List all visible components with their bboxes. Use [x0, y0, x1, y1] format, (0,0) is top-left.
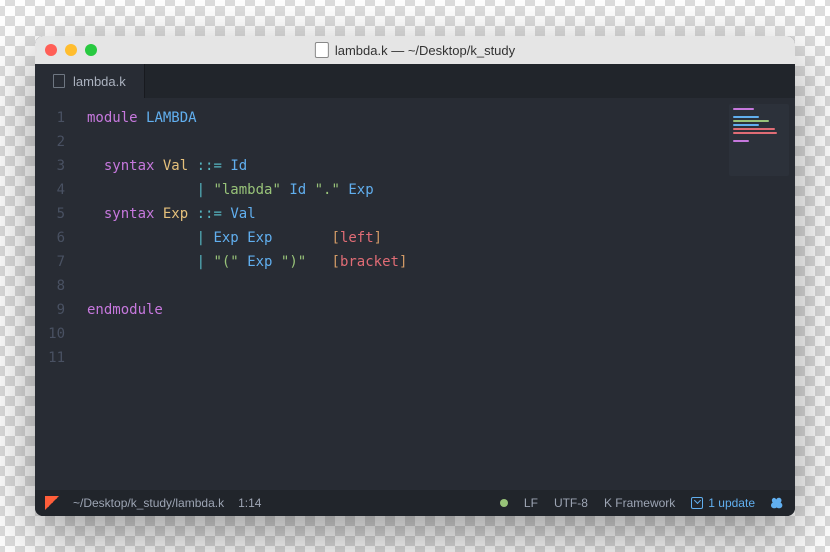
file-path[interactable]: ~/Desktop/k_study/lambda.k [73, 496, 224, 510]
code-line [87, 346, 795, 370]
line-number: 7 [35, 250, 79, 274]
titlebar[interactable]: lambda.k — ~/Desktop/k_study [35, 36, 795, 64]
maximize-button[interactable] [85, 44, 97, 56]
encoding[interactable]: UTF-8 [554, 496, 588, 510]
line-number: 5 [35, 202, 79, 226]
code-line: | "lambda" Id "." Exp [87, 178, 795, 202]
line-number: 6 [35, 226, 79, 250]
editor-window: lambda.k — ~/Desktop/k_study lambda.k 12… [35, 36, 795, 516]
editor: 1234567891011 module LAMBDA syntax Val :… [35, 98, 795, 490]
line-gutter: 1234567891011 [35, 98, 79, 490]
line-number: 10 [35, 322, 79, 346]
code-line: syntax Exp ::= Val [87, 202, 795, 226]
file-icon [53, 74, 65, 88]
window-title-text: lambda.k — ~/Desktop/k_study [335, 43, 515, 58]
window-title: lambda.k — ~/Desktop/k_study [315, 42, 515, 58]
code-line [87, 130, 795, 154]
traffic-lights [45, 44, 97, 56]
line-number: 4 [35, 178, 79, 202]
statusbar: ~/Desktop/k_study/lambda.k 1:14 LF UTF-8… [35, 490, 795, 516]
project-swatch-icon[interactable] [45, 496, 59, 510]
minimap[interactable] [729, 104, 789, 176]
statusbar-left: ~/Desktop/k_study/lambda.k 1:14 [45, 496, 261, 510]
line-number: 1 [35, 106, 79, 130]
code-line: endmodule [87, 298, 795, 322]
tab-lambda-k[interactable]: lambda.k [35, 64, 145, 98]
code-area[interactable]: module LAMBDA syntax Val ::= Id | "lambd… [79, 98, 795, 490]
package-icon [691, 497, 703, 509]
code-line [87, 322, 795, 346]
grammar[interactable]: K Framework [604, 496, 675, 510]
line-number: 8 [35, 274, 79, 298]
code-line: | Exp Exp [left] [87, 226, 795, 250]
close-button[interactable] [45, 44, 57, 56]
code-line: syntax Val ::= Id [87, 154, 795, 178]
line-number: 2 [35, 130, 79, 154]
statusbar-right: LF UTF-8 K Framework 1 update [500, 496, 785, 510]
line-number: 3 [35, 154, 79, 178]
line-number: 11 [35, 346, 79, 370]
file-icon [315, 42, 329, 58]
code-line: module LAMBDA [87, 106, 795, 130]
tab-label: lambda.k [73, 74, 126, 89]
code-line [87, 274, 795, 298]
update-indicator[interactable]: 1 update [691, 496, 755, 510]
squirrel-icon[interactable] [771, 496, 785, 510]
update-label: 1 update [708, 496, 755, 510]
line-number: 9 [35, 298, 79, 322]
status-dot-icon[interactable] [500, 499, 508, 507]
minimize-button[interactable] [65, 44, 77, 56]
code-line: | "(" Exp ")" [bracket] [87, 250, 795, 274]
cursor-position[interactable]: 1:14 [238, 496, 261, 510]
tab-bar: lambda.k [35, 64, 795, 98]
line-ending[interactable]: LF [524, 496, 538, 510]
